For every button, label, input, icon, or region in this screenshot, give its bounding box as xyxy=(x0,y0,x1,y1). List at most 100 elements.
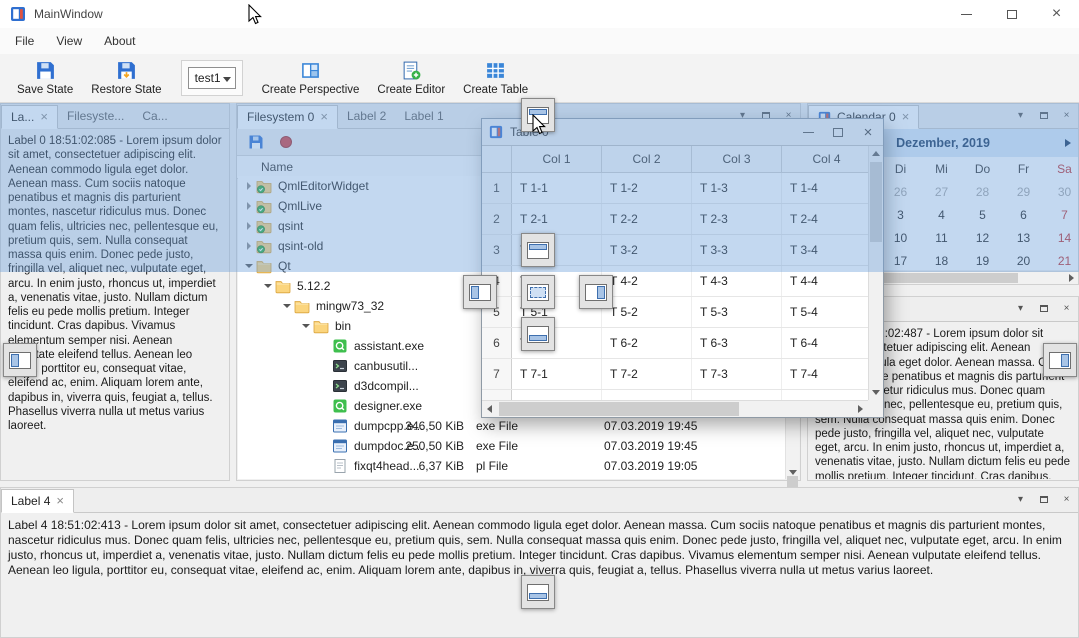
table-cell[interactable]: T 2-2 xyxy=(602,204,692,234)
collapse-icon[interactable] xyxy=(280,299,294,313)
table-cell[interactable]: T 4-3 xyxy=(692,266,782,296)
expand-icon[interactable] xyxy=(242,219,256,233)
calendar-date[interactable]: 10 xyxy=(880,226,921,249)
table-cell[interactable]: T 3-4 xyxy=(782,235,872,265)
minimize-button[interactable] xyxy=(944,0,989,28)
expand-icon[interactable] xyxy=(242,179,256,193)
filesystem-save-button[interactable] xyxy=(246,132,266,152)
calendar-date[interactable]: 19 xyxy=(962,249,1003,270)
collapse-icon[interactable] xyxy=(261,279,275,293)
name-column-header[interactable]: Name xyxy=(261,160,293,174)
tab-close-button[interactable]: × xyxy=(40,112,48,122)
dock-undock-button[interactable] xyxy=(1036,108,1051,123)
tree-item[interactable]: dumpcpp.e...346,50 KiBexe File07.03.2019… xyxy=(238,416,785,436)
expand-icon[interactable] xyxy=(242,239,256,253)
float-close-button[interactable]: × xyxy=(853,121,883,143)
table-cell[interactable]: T 6-2 xyxy=(602,328,692,358)
perspective-combobox[interactable]: test1 xyxy=(188,67,236,89)
table-row-header[interactable]: 7 xyxy=(482,359,512,389)
menu-item-view[interactable]: View xyxy=(45,30,93,52)
calendar-month-year[interactable]: Dezember, 2019 xyxy=(896,136,990,150)
table-column-header[interactable]: Col 1 xyxy=(512,146,602,172)
table-row-header[interactable]: 2 xyxy=(482,204,512,234)
table-cell[interactable]: T 4-2 xyxy=(602,266,692,296)
scroll-right-icon[interactable] xyxy=(1065,272,1078,284)
table-column-header[interactable]: Col 4 xyxy=(782,146,872,172)
next-month-icon[interactable] xyxy=(1065,139,1071,147)
dock-close-button[interactable]: × xyxy=(1059,301,1074,316)
calendar-date[interactable]: 27 xyxy=(921,180,962,203)
calendar-date[interactable]: 6 xyxy=(1003,203,1044,226)
tree-item[interactable]: dumpdoc.e...250,50 KiBexe File07.03.2019… xyxy=(238,436,785,456)
expand-icon[interactable] xyxy=(242,199,256,213)
calendar-date[interactable]: 11 xyxy=(921,226,962,249)
calendar-date[interactable]: 17 xyxy=(880,249,921,270)
calendar-date[interactable]: 12 xyxy=(962,226,1003,249)
tab-close-button[interactable]: × xyxy=(56,496,64,506)
table-cell[interactable]: T 7-3 xyxy=(692,359,782,389)
drop-indicator-window-top[interactable] xyxy=(521,98,555,132)
table-row-header[interactable]: 3 xyxy=(482,235,512,265)
table-cell[interactable]: T 5-3 xyxy=(692,297,782,327)
calendar-date[interactable]: 18 xyxy=(921,249,962,270)
calendar-date[interactable]: 21 xyxy=(1044,249,1078,270)
table-cell[interactable]: T 2-4 xyxy=(782,204,872,234)
drop-indicator-window-bottom[interactable] xyxy=(521,575,555,609)
dock-close-button[interactable]: × xyxy=(1059,108,1074,123)
scroll-up-icon[interactable] xyxy=(869,146,883,161)
table-column-header[interactable]: Col 2 xyxy=(602,146,692,172)
dock-tab[interactable]: Label 2 xyxy=(338,104,395,128)
scroll-down-icon[interactable] xyxy=(786,465,799,479)
calendar-date[interactable]: 26 xyxy=(880,180,921,203)
collapse-icon[interactable] xyxy=(242,259,256,273)
calendar-date[interactable]: 14 xyxy=(1044,226,1078,249)
dock-tab[interactable]: Label 4× xyxy=(1,489,74,513)
table-row-header[interactable]: 1 xyxy=(482,173,512,203)
table-cell[interactable]: T 5-4 xyxy=(782,297,872,327)
create-table-button[interactable]: Create Table xyxy=(454,58,537,98)
dock-tab[interactable]: Label 1 xyxy=(395,104,452,128)
drop-indicator-area-right[interactable] xyxy=(579,275,613,309)
table-cell[interactable]: T 6-3 xyxy=(692,328,782,358)
floating-dock-window[interactable]: Table 0 × Col 1Col 2Col 3Col 4 1T 1-1T 1… xyxy=(481,118,884,418)
scrollbar-thumb[interactable] xyxy=(499,402,739,416)
dock-menu-button[interactable]: ▾ xyxy=(1013,301,1028,316)
collapse-icon[interactable] xyxy=(299,319,313,333)
drop-indicator-window-right[interactable] xyxy=(1043,343,1077,377)
dock-menu-button[interactable]: ▾ xyxy=(1013,108,1028,123)
tab-close-button[interactable]: × xyxy=(902,112,910,122)
save-state-button[interactable]: Save State xyxy=(8,58,82,98)
table-cell[interactable]: T 1-3 xyxy=(692,173,782,203)
tree-item[interactable]: fixqt4head...6,37 KiBpl File07.03.2019 1… xyxy=(238,456,785,476)
scrollbar-thumb[interactable] xyxy=(870,162,882,242)
menu-item-file[interactable]: File xyxy=(4,30,45,52)
scrollbar-thumb[interactable] xyxy=(878,273,1018,283)
drop-indicator-area-left[interactable] xyxy=(463,275,497,309)
table-cell[interactable]: T 7-4 xyxy=(782,359,872,389)
calendar-date[interactable]: 13 xyxy=(1003,226,1044,249)
close-button[interactable]: × xyxy=(1034,0,1079,28)
calendar-date[interactable]: 4 xyxy=(921,203,962,226)
table-cell[interactable]: T 2-3 xyxy=(692,204,782,234)
dock-tab[interactable]: Ca... xyxy=(133,104,176,128)
table-row-header[interactable]: 6 xyxy=(482,328,512,358)
filesystem-record-button[interactable] xyxy=(276,132,296,152)
calendar-date[interactable]: 7 xyxy=(1044,203,1078,226)
scroll-right-icon[interactable] xyxy=(853,401,868,417)
dock-menu-button[interactable]: ▾ xyxy=(1013,492,1028,507)
calendar-date[interactable]: 30 xyxy=(1044,180,1078,203)
scroll-down-icon[interactable] xyxy=(869,385,883,400)
float-minimize-button[interactable] xyxy=(793,121,823,143)
dock-tab[interactable]: Filesystem 0× xyxy=(237,105,338,129)
table-cell[interactable]: T 7-1 xyxy=(512,359,602,389)
calendar-date[interactable]: 28 xyxy=(962,180,1003,203)
tab-close-button[interactable]: × xyxy=(320,112,328,122)
float-maximize-button[interactable] xyxy=(823,121,853,143)
table-cell[interactable]: T 1-4 xyxy=(782,173,872,203)
table-cell[interactable]: T 3-3 xyxy=(692,235,782,265)
table-column-header[interactable]: Col 3 xyxy=(692,146,782,172)
table-cell[interactable]: T 1-1 xyxy=(512,173,602,203)
drop-indicator-area-top[interactable] xyxy=(521,233,555,267)
create-perspective-button[interactable]: Create Perspective xyxy=(253,58,369,98)
drop-indicator-area-center[interactable] xyxy=(521,275,555,309)
